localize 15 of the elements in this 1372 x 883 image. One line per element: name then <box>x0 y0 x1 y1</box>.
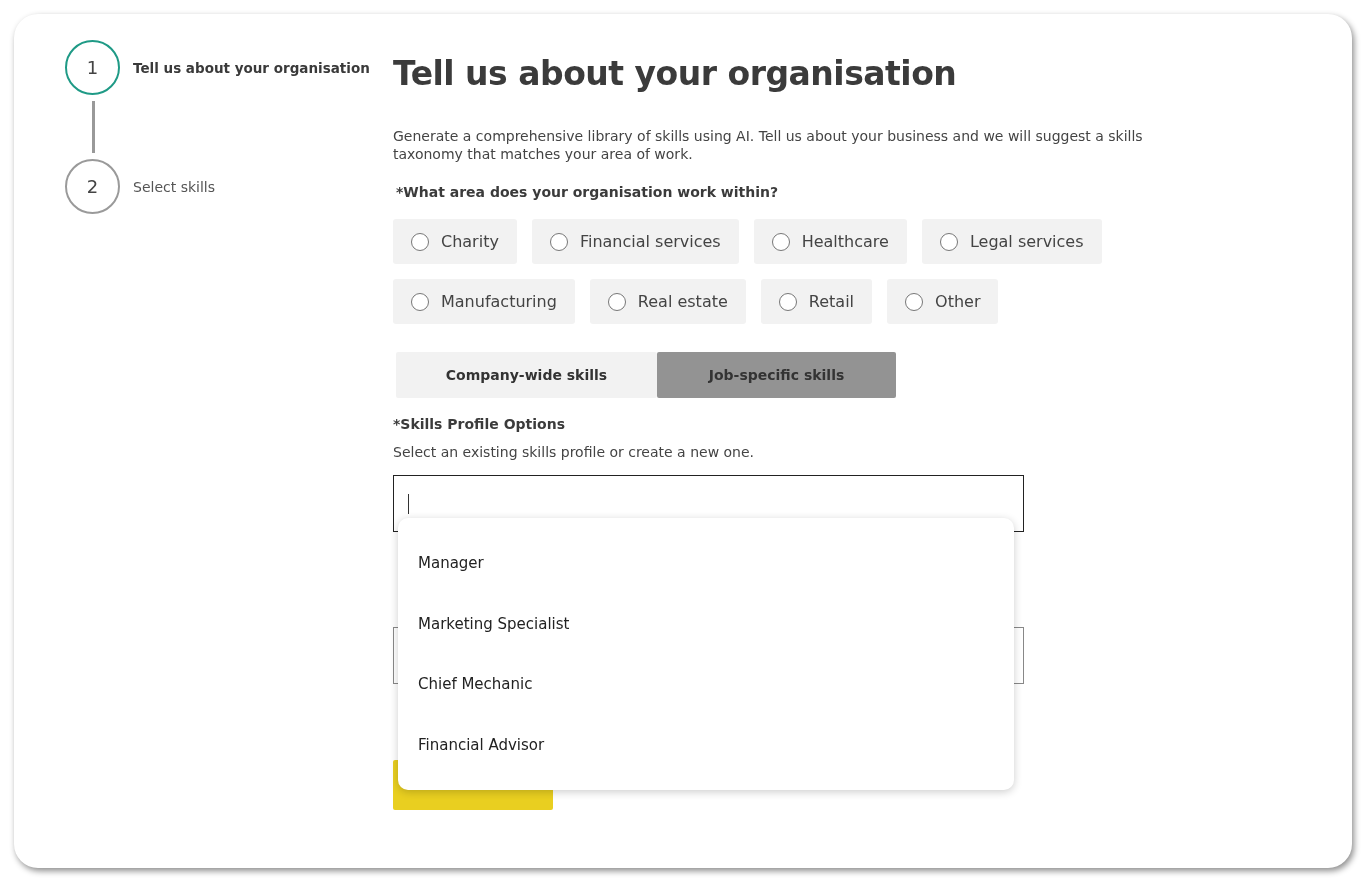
option-label: Retail <box>808 292 855 311</box>
page-title: Tell us about your organisation <box>393 54 958 93</box>
option-label: Real estate <box>637 292 728 311</box>
option-label: Financial services <box>579 232 721 251</box>
intro-text: Generate a comprehensive library of skills using AI. Tell us about your business and we will suggest a skills taxonomy that matches your area of work. <box>393 127 1144 163</box>
question-label: *What area does your organisation work within? <box>396 184 780 200</box>
field-hint: Select an existing skills profile or create a new one. <box>393 444 756 460</box>
option-label: Legal services <box>969 232 1084 251</box>
option-label: Charity <box>441 232 499 251</box>
step-label: Tell us about your organisation <box>133 59 370 76</box>
field-label: *Skills Profile Options <box>393 416 566 432</box>
option-label: Manufacturing <box>441 292 557 311</box>
option-label: Healthcare <box>801 232 889 251</box>
option-label: Other <box>935 292 981 311</box>
step-label: Select skills <box>133 178 215 195</box>
